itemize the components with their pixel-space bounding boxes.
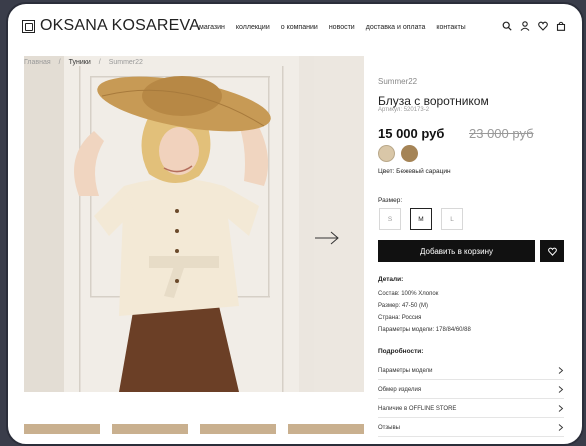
search-icon[interactable] <box>502 21 512 31</box>
chevron-right-icon <box>558 405 564 412</box>
logo[interactable]: OKSANA KOSAREVA <box>22 17 200 35</box>
more-info-title: Подробности: <box>378 348 424 355</box>
product-old-price: 23 000 руб <box>469 126 534 141</box>
accordion-label: Обмер изделия <box>378 386 422 393</box>
accordion-measurements[interactable]: Обмер изделия <box>378 381 564 399</box>
color-swatch-beige[interactable] <box>378 145 395 162</box>
user-icon[interactable] <box>520 21 530 31</box>
bag-icon[interactable] <box>556 21 566 31</box>
arrow-right-icon[interactable] <box>314 231 340 245</box>
product-title: Блуза с воротником <box>378 94 489 108</box>
detail-composition: Состав: 100% Хлопок <box>378 291 439 297</box>
heart-icon <box>547 247 557 256</box>
add-to-cart-button[interactable]: Добавить в корзину <box>378 240 535 262</box>
accordion-label: Наличие в OFFLINE STORE <box>378 405 457 412</box>
detail-model-params: Параметры модели: 178/84/60/88 <box>378 327 471 333</box>
nav-item-collections[interactable]: коллекции <box>236 24 270 31</box>
detail-country: Страна: Россия <box>378 315 422 321</box>
size-label: Размер: <box>378 197 403 204</box>
nav-item-about[interactable]: о компании <box>281 24 318 31</box>
color-swatch-brown[interactable] <box>401 145 418 162</box>
breadcrumb-separator: / <box>98 59 101 66</box>
size-option-l[interactable]: L <box>441 208 463 230</box>
breadcrumb-home[interactable]: Главная <box>24 59 51 66</box>
accordion-label: Параметры модели <box>378 367 433 374</box>
size-option-m[interactable]: M <box>410 208 432 230</box>
main-nav: магазин коллекции о компании новости дос… <box>199 24 466 31</box>
nav-item-news[interactable]: новости <box>329 24 355 31</box>
product-price: 15 000 руб <box>378 126 445 141</box>
accordion-reviews[interactable]: Отзывы <box>378 419 564 437</box>
nav-item-delivery[interactable]: доставка и оплата <box>366 24 426 31</box>
details-title: Детали: <box>378 276 404 283</box>
breadcrumb: Главная / Туники / Summer22 <box>24 59 143 66</box>
product-collection: Summer22 <box>378 77 418 86</box>
chevron-right-icon <box>558 386 564 393</box>
browser-window: OKSANA KOSAREVA магазин коллекции о комп… <box>6 2 584 446</box>
detail-size: Размер: 47-50 (M) <box>378 303 428 309</box>
header-icons <box>502 21 566 31</box>
logo-mark-icon <box>22 19 35 33</box>
accordion-label: Отзывы <box>378 424 400 431</box>
product-article: Артикул: 520173-2 <box>378 107 430 113</box>
nav-item-shop[interactable]: магазин <box>199 24 225 31</box>
size-option-s[interactable]: S <box>379 208 401 230</box>
breadcrumb-tunics[interactable]: Туники <box>69 59 91 66</box>
chevron-right-icon <box>558 367 564 374</box>
logo-text: OKSANA KOSAREVA <box>40 17 201 34</box>
breadcrumb-summer22: Summer22 <box>108 59 143 66</box>
site-header: OKSANA KOSAREVA магазин коллекции о комп… <box>8 4 582 48</box>
heart-icon[interactable] <box>538 21 548 31</box>
accordion-model-params[interactable]: Параметры модели <box>378 362 564 380</box>
wishlist-button[interactable] <box>540 240 564 262</box>
color-label: Цвет: Бежевый сарацин <box>378 168 451 175</box>
product-photo-image <box>24 56 364 392</box>
chevron-right-icon <box>558 424 564 431</box>
nav-item-contacts[interactable]: контакты <box>436 24 465 31</box>
product-photo[interactable] <box>24 56 364 392</box>
breadcrumb-separator: / <box>58 59 61 66</box>
accordion-offline-store[interactable]: Наличие в OFFLINE STORE <box>378 400 564 418</box>
